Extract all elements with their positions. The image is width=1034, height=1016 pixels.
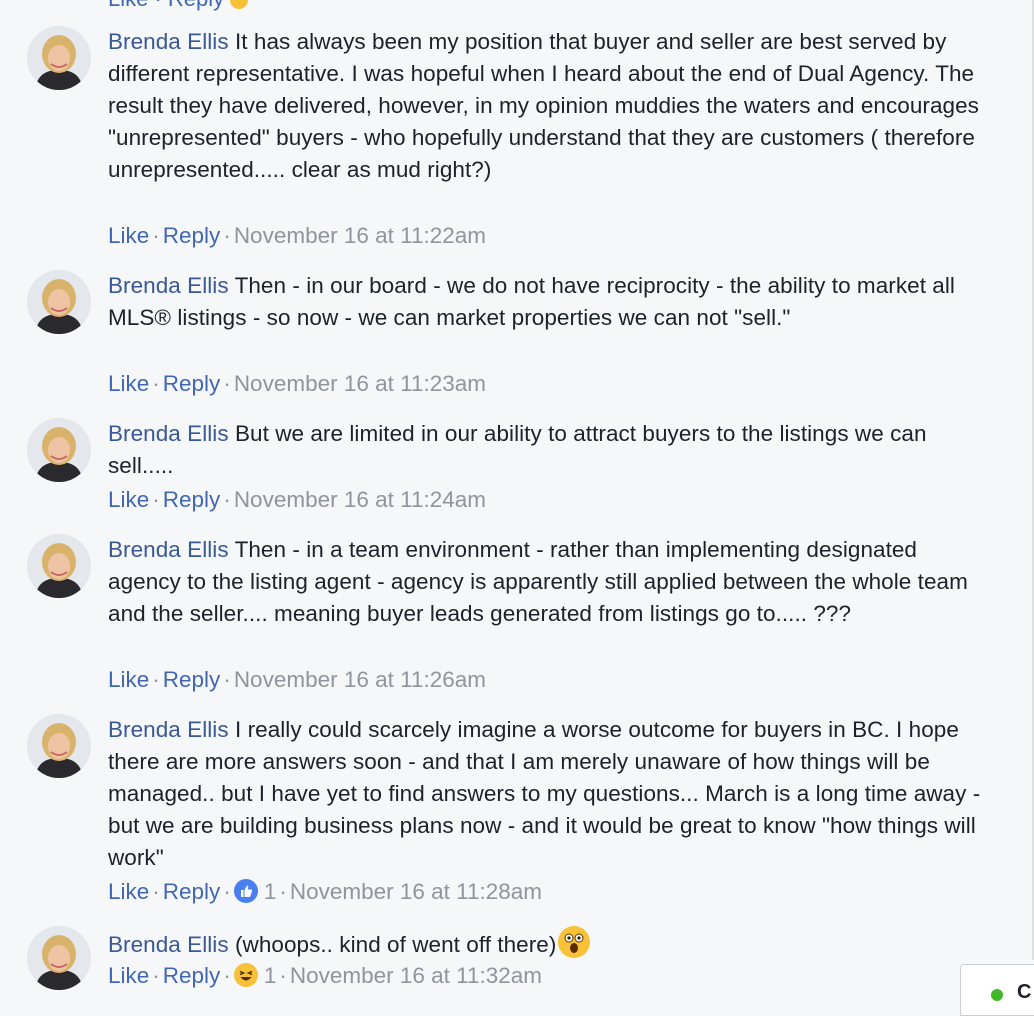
profile-photo-icon xyxy=(27,714,91,778)
avatar[interactable] xyxy=(27,26,91,90)
reply-link[interactable]: Reply xyxy=(163,371,221,396)
comment-text: It has always been my position that buye… xyxy=(108,29,979,182)
comment-actions: Like · Reply · November 16 at 11:22am xyxy=(108,220,486,252)
online-status-icon xyxy=(991,989,1003,1001)
previous-comment-actions: Like · Reply xyxy=(108,0,249,11)
comment-timestamp[interactable]: November 16 at 11:22am xyxy=(234,223,486,248)
like-reaction-icon[interactable] xyxy=(233,879,258,903)
chat-tab[interactable]: C xyxy=(960,964,1034,1016)
like-link[interactable]: Like xyxy=(108,223,149,248)
comment-timestamp[interactable]: November 16 at 11:32am xyxy=(290,963,542,988)
avatar[interactable] xyxy=(27,926,91,990)
comment-author[interactable]: Brenda Ellis xyxy=(108,29,229,54)
separator: · xyxy=(223,487,231,512)
comment-actions: Like · Reply · 1 · November 16 at 11:32am xyxy=(108,960,542,992)
comment-author[interactable]: Brenda Ellis xyxy=(108,537,229,562)
comment-body: Brenda Ellis (whoops.. kind of went off … xyxy=(108,926,988,961)
comment-author[interactable]: Brenda Ellis xyxy=(108,717,229,742)
comment-text: (whoops.. kind of went off there) xyxy=(234,932,557,957)
reaction-icon xyxy=(230,0,249,10)
comment-body: Brenda Ellis I really could scarcely ima… xyxy=(108,714,988,874)
laughing-face-icon xyxy=(234,964,257,986)
reaction-count[interactable]: 1 xyxy=(264,963,277,988)
comment-text: Then - in our board - we do not have rec… xyxy=(108,273,955,330)
separator: · xyxy=(223,223,231,248)
separator: · xyxy=(279,963,287,988)
separator: · xyxy=(152,371,160,396)
reply-link[interactable]: Reply xyxy=(163,879,221,904)
avatar[interactable] xyxy=(27,270,91,334)
like-link[interactable]: Like xyxy=(108,879,149,904)
comment-actions: Like · Reply · November 16 at 11:24am xyxy=(108,484,486,516)
separator: · xyxy=(223,667,231,692)
reply-link[interactable]: Reply xyxy=(163,487,221,512)
comment-text: I really could scarcely imagine a worse … xyxy=(108,717,981,870)
separator: · xyxy=(223,963,231,988)
comment-body: Brenda Ellis It has always been my posit… xyxy=(108,26,988,186)
separator: · xyxy=(279,879,287,904)
thumbs-up-icon xyxy=(240,885,252,897)
comment-body: Brenda Ellis But we are limited in our a… xyxy=(108,418,988,482)
chat-tab-label: C xyxy=(1017,981,1032,1003)
like-link[interactable]: Like xyxy=(108,667,149,692)
comment-actions: Like · Reply · November 16 at 11:23am xyxy=(108,368,486,400)
comment-body: Brenda Ellis Then - in our board - we do… xyxy=(108,270,988,334)
comment-text: But we are limited in our ability to att… xyxy=(108,421,927,478)
comment-timestamp[interactable]: November 16 at 11:28am xyxy=(290,879,542,904)
profile-photo-icon xyxy=(27,926,91,990)
separator: · xyxy=(152,879,160,904)
comment-text: Then - in a team environment - rather th… xyxy=(108,537,968,626)
separator: · xyxy=(223,371,231,396)
comment-actions: Like · Reply · 1 · November 16 at 11:28am xyxy=(108,876,542,908)
laughing-reaction-icon[interactable] xyxy=(233,963,258,987)
comment-author[interactable]: Brenda Ellis xyxy=(108,421,229,446)
avatar[interactable] xyxy=(27,418,91,482)
comment-author[interactable]: Brenda Ellis xyxy=(108,273,229,298)
separator: · xyxy=(152,487,160,512)
like-link[interactable]: Like xyxy=(108,963,149,988)
profile-photo-icon xyxy=(27,534,91,598)
separator: · xyxy=(152,667,160,692)
comment-timestamp[interactable]: November 16 at 11:23am xyxy=(234,371,486,396)
comment-body: Brenda Ellis Then - in a team environmen… xyxy=(108,534,988,630)
profile-photo-icon xyxy=(27,26,91,90)
like-link[interactable]: Like xyxy=(108,487,149,512)
reaction-count[interactable]: 1 xyxy=(264,879,277,904)
profile-photo-icon xyxy=(27,270,91,334)
separator: · xyxy=(152,963,160,988)
reply-link[interactable]: Reply xyxy=(163,223,221,248)
profile-photo-icon xyxy=(27,418,91,482)
comment-author[interactable]: Brenda Ellis xyxy=(108,932,229,957)
reply-link[interactable]: Reply xyxy=(163,963,221,988)
comment-actions: Like · Reply · November 16 at 11:26am xyxy=(108,664,486,696)
previous-comment-actions-text: Like · Reply xyxy=(108,0,224,11)
comment-timestamp[interactable]: November 16 at 11:26am xyxy=(234,667,486,692)
surprised-face-icon xyxy=(559,927,590,957)
separator: · xyxy=(152,223,160,248)
avatar[interactable] xyxy=(27,534,91,598)
reply-link[interactable]: Reply xyxy=(163,667,221,692)
comment-timestamp[interactable]: November 16 at 11:24am xyxy=(234,487,486,512)
separator: · xyxy=(223,879,231,904)
like-link[interactable]: Like xyxy=(108,371,149,396)
wow-emoji-icon xyxy=(558,926,591,958)
avatar[interactable] xyxy=(27,714,91,778)
